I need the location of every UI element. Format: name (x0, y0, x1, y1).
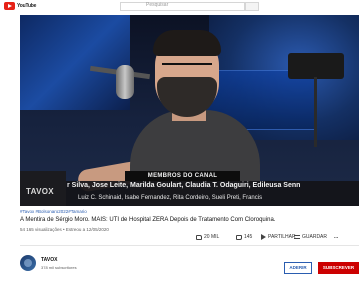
search-placeholder: Pesquisar (146, 2, 169, 8)
more-actions-button[interactable]: ... (334, 234, 338, 240)
camera (288, 53, 344, 79)
microphone (116, 65, 134, 99)
thumbs-down-icon (236, 234, 242, 240)
share-label: PARTILHAR (268, 234, 296, 240)
youtube-logo-text: YouTube (17, 3, 37, 9)
video-title: A Mentira de Sérgio Moro. MAIS: UTI de H… (20, 217, 276, 223)
divider (20, 245, 359, 246)
subscriber-count: 378 mil subscritores (41, 265, 77, 270)
save-label: GUARDAR (302, 234, 328, 240)
subscribe-button[interactable]: SUBSCREVER (318, 262, 359, 274)
members-names-line2: Luiz C. Schinaid, Isabe Fernandez, Rita … (78, 195, 263, 201)
top-bar: YouTube Pesquisar (0, 0, 359, 14)
dislike-button[interactable]: 145 (236, 234, 252, 240)
save-button[interactable]: GUARDAR (294, 234, 327, 240)
camera-tripod (314, 77, 317, 147)
share-button[interactable]: PARTILHAR (261, 234, 296, 240)
channel-avatar[interactable] (20, 255, 36, 271)
youtube-logo[interactable]: YouTube (4, 2, 36, 10)
studio-background-screen (20, 15, 130, 110)
video-player[interactable]: MEMBROS DO CANAL TAVOX r Silva, Jose Lei… (20, 15, 359, 206)
overlay-logo: TAVOX (26, 187, 54, 196)
search-button[interactable] (245, 2, 259, 11)
playlist-add-icon (294, 235, 300, 239)
more-icon: ... (334, 234, 339, 240)
share-icon (261, 234, 266, 240)
dislike-count: 145 (244, 234, 253, 240)
presenter-glasses (162, 63, 212, 72)
thumbs-up-icon (196, 234, 202, 240)
video-meta: 54 165 visualizações • Estreou a 12/05/2… (20, 227, 109, 232)
join-button[interactable]: ADERIR (284, 262, 312, 274)
like-count: 20 MIL (204, 234, 220, 240)
like-button[interactable]: 20 MIL (196, 234, 219, 240)
channel-name[interactable]: TAVOX (41, 257, 57, 263)
search-input[interactable] (120, 2, 245, 11)
youtube-play-icon (4, 2, 15, 10)
members-label: MEMBROS DO CANAL (125, 171, 240, 181)
presenter-hair (153, 30, 221, 56)
video-hashtags[interactable]: #Tavox #Bolsonaro2022#Tamario (20, 209, 87, 214)
members-names-line1: r Silva, Jose Leite, Marilda Goulart, Cl… (67, 182, 301, 189)
